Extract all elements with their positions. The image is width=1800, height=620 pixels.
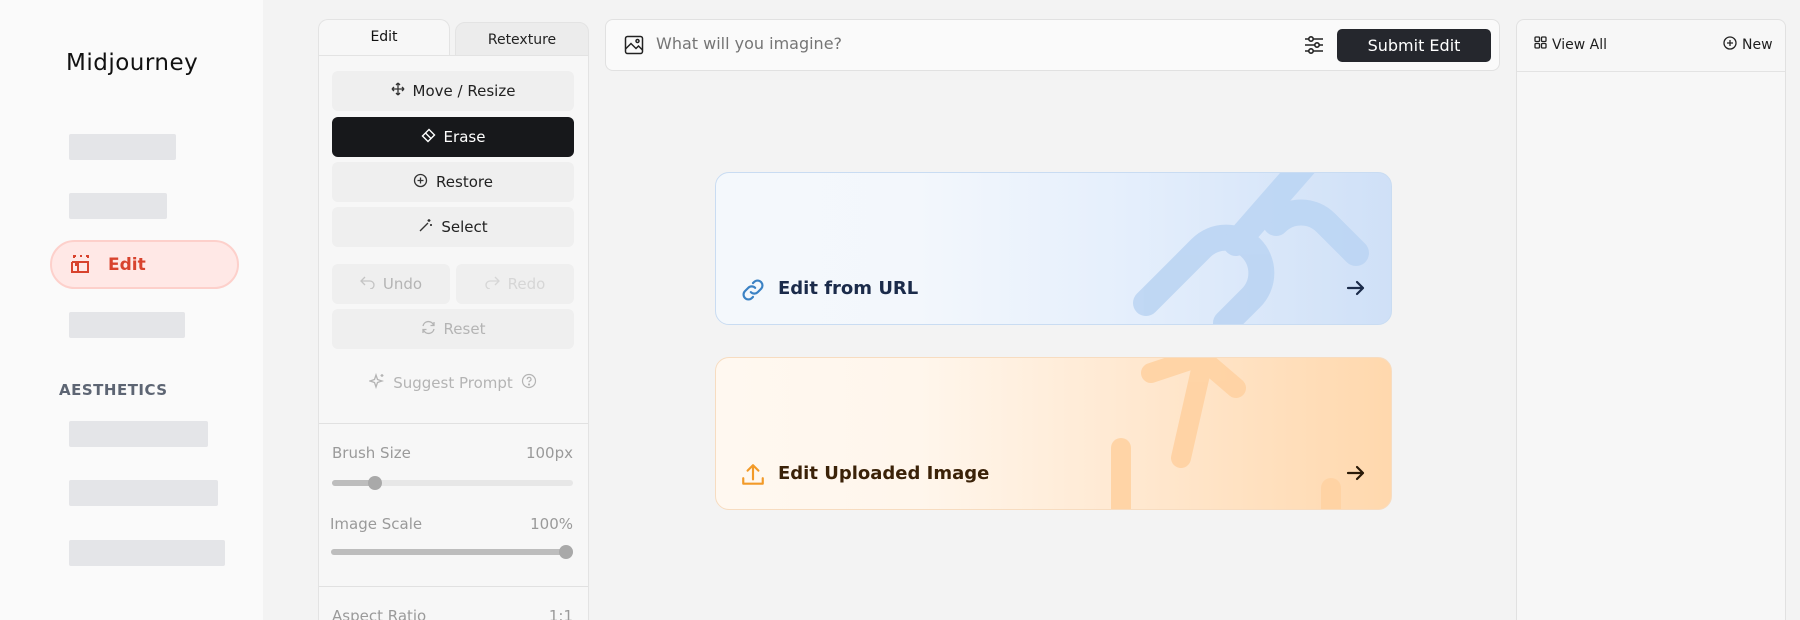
upload-icon xyxy=(740,462,766,492)
aspect-ratio-value: 1:1 xyxy=(548,607,573,620)
plus-circle-icon xyxy=(413,173,428,192)
image-scale-label: Image Scale xyxy=(330,515,423,533)
sidebar-item-placeholder[interactable] xyxy=(69,421,208,447)
image-scale-slider[interactable] xyxy=(331,545,573,559)
refresh-icon xyxy=(421,320,436,339)
erase-button[interactable]: Erase xyxy=(332,117,574,157)
tab-edit[interactable]: Edit xyxy=(318,19,450,57)
divider xyxy=(319,423,588,424)
suggest-prompt-button[interactable]: Suggest Prompt xyxy=(332,363,574,403)
new-label: New xyxy=(1742,37,1773,53)
tools-panel: Move / Resize Erase Restore Select Undo … xyxy=(318,55,589,620)
undo-icon xyxy=(359,275,375,293)
sidebar-item-edit[interactable]: Edit xyxy=(50,240,239,289)
edit-from-url-card[interactable]: Edit from URL xyxy=(715,172,1392,325)
undo-button[interactable]: Undo xyxy=(332,264,450,304)
prompt-input[interactable] xyxy=(656,34,1256,53)
image-icon[interactable] xyxy=(624,35,644,59)
arrow-right-icon xyxy=(1345,277,1367,303)
prompt-bar: Submit Edit xyxy=(605,19,1500,71)
magic-wand-icon xyxy=(418,218,433,237)
right-panel: View All New xyxy=(1516,19,1786,620)
plus-circle-icon xyxy=(1723,36,1737,54)
arrow-right-icon xyxy=(1345,462,1367,488)
image-scale-fill xyxy=(331,549,573,555)
submit-edit-button[interactable]: Submit Edit xyxy=(1337,29,1491,62)
tab-retexture[interactable]: Retexture xyxy=(455,22,589,56)
settings-sliders-icon[interactable] xyxy=(1304,35,1324,59)
aspect-ratio-label: Aspect Ratio xyxy=(332,607,427,620)
eraser-icon xyxy=(421,128,436,147)
select-label: Select xyxy=(441,218,488,236)
redo-icon xyxy=(485,275,500,293)
brush-size-slider[interactable] xyxy=(332,476,573,490)
link-icon xyxy=(740,277,766,307)
redo-button[interactable]: Redo xyxy=(456,264,574,304)
edit-icon xyxy=(68,250,94,280)
move-resize-button[interactable]: Move / Resize xyxy=(332,71,574,111)
select-button[interactable]: Select xyxy=(332,207,574,247)
edit-uploaded-image-label: Edit Uploaded Image xyxy=(778,463,990,484)
reset-label: Reset xyxy=(443,320,486,338)
image-scale-knob[interactable] xyxy=(559,545,573,559)
view-all-button[interactable]: View All xyxy=(1534,36,1607,53)
image-scale-value: 100% xyxy=(530,515,573,533)
grid-icon xyxy=(1534,36,1547,53)
erase-label: Erase xyxy=(443,128,486,146)
brush-size-label: Brush Size xyxy=(332,444,411,462)
brush-size-value: 100px xyxy=(525,444,573,462)
restore-label: Restore xyxy=(436,173,493,191)
sparkle-icon xyxy=(368,372,385,393)
sidebar-item-placeholder[interactable] xyxy=(69,193,167,219)
redo-label: Redo xyxy=(507,275,546,293)
new-button[interactable]: New xyxy=(1723,36,1773,54)
brush-size-knob[interactable] xyxy=(368,476,382,490)
tool-tabs: Edit Retexture xyxy=(318,19,589,57)
restore-button[interactable]: Restore xyxy=(332,162,574,202)
sidebar-item-placeholder[interactable] xyxy=(69,134,176,160)
edit-uploaded-image-card[interactable]: Edit Uploaded Image xyxy=(715,357,1392,510)
move-icon xyxy=(391,82,405,100)
sidebar-item-placeholder[interactable] xyxy=(69,540,225,566)
right-panel-header: View All New xyxy=(1517,20,1785,72)
divider xyxy=(319,586,588,587)
undo-label: Undo xyxy=(382,275,423,293)
section-title: AESTHETICS xyxy=(59,381,168,399)
reset-button[interactable]: Reset xyxy=(332,309,574,349)
app-logo[interactable]: Midjourney xyxy=(66,50,198,76)
suggest-prompt-label: Suggest Prompt xyxy=(393,374,513,392)
sidebar-item-placeholder[interactable] xyxy=(69,480,218,506)
sidebar: Midjourney Edit AESTHETICS xyxy=(0,0,263,620)
view-all-label: View All xyxy=(1552,36,1608,53)
sidebar-item-label: Edit xyxy=(108,254,146,275)
help-icon[interactable] xyxy=(521,373,537,393)
sidebar-item-placeholder[interactable] xyxy=(69,312,185,338)
edit-from-url-label: Edit from URL xyxy=(778,278,919,299)
move-resize-label: Move / Resize xyxy=(412,82,516,100)
